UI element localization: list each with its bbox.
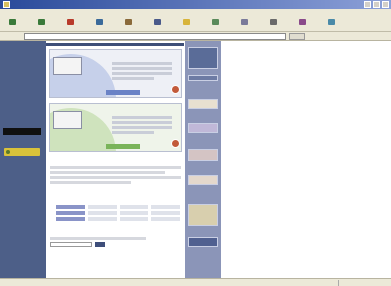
history-icon <box>211 19 219 25</box>
text-line <box>50 171 166 174</box>
mail-icon <box>240 19 248 25</box>
promo-banner-1[interactable] <box>49 49 182 98</box>
favorites-icon <box>182 19 190 25</box>
search-form <box>50 242 180 247</box>
search-button[interactable] <box>95 242 105 247</box>
favorites-button[interactable] <box>179 19 193 30</box>
product-box-title <box>54 58 81 60</box>
mail-button[interactable] <box>237 19 251 30</box>
history-button[interactable] <box>208 19 222 30</box>
back-button[interactable] <box>5 19 19 30</box>
top-tab-strip <box>46 43 184 46</box>
menu-bar <box>0 9 391 17</box>
forward-icon <box>37 19 45 25</box>
discuss-button[interactable] <box>324 19 338 30</box>
right-sidebar <box>185 41 221 278</box>
sidebar-ad[interactable] <box>188 149 218 161</box>
discuss-icon <box>327 19 335 25</box>
search-icon <box>153 19 161 25</box>
go-button[interactable] <box>289 33 305 40</box>
main-content <box>46 41 184 278</box>
refresh-icon <box>95 19 103 25</box>
forward-button[interactable] <box>34 19 48 30</box>
text-line <box>50 166 181 169</box>
promo-banner-2[interactable] <box>49 103 182 152</box>
articles-section <box>50 163 181 188</box>
toolbar <box>0 17 391 32</box>
address-bar <box>0 32 391 41</box>
banner-text-lines <box>112 116 172 136</box>
banner-seal-icon <box>171 85 180 94</box>
edit-icon <box>298 19 306 25</box>
sidebar-ad[interactable] <box>188 237 218 247</box>
product-box-image <box>53 111 82 129</box>
status-bar <box>0 278 391 286</box>
print-icon <box>269 19 277 25</box>
sidebar-ad[interactable] <box>188 99 218 109</box>
stop-button[interactable] <box>63 19 77 30</box>
page-viewport <box>0 41 391 278</box>
banner-button[interactable] <box>106 90 140 95</box>
text-line <box>50 176 181 179</box>
table-row <box>56 217 180 221</box>
left-navigation <box>0 41 46 278</box>
search-button[interactable] <box>150 19 164 30</box>
nav-badge[interactable] <box>4 148 40 156</box>
minimize-button[interactable] <box>364 1 371 8</box>
text-line <box>50 237 147 240</box>
print-button[interactable] <box>266 19 280 30</box>
banner-seal-icon <box>171 139 180 148</box>
maximize-button[interactable] <box>373 1 380 8</box>
table-row <box>56 205 180 209</box>
close-button[interactable] <box>382 1 389 8</box>
browser-icon[interactable] <box>3 1 10 8</box>
address-input[interactable] <box>24 33 286 40</box>
nav-black-box[interactable] <box>3 128 41 135</box>
links-table <box>56 205 180 223</box>
sidebar-ad[interactable] <box>188 175 218 185</box>
table-row <box>56 211 180 215</box>
search-input[interactable] <box>50 242 92 247</box>
window-title-bar <box>0 0 391 9</box>
search-section <box>50 234 180 247</box>
security-zone <box>338 280 386 286</box>
stop-icon <box>66 19 74 25</box>
product-box-image <box>53 57 82 75</box>
refresh-button[interactable] <box>92 19 106 30</box>
edit-button[interactable] <box>295 19 309 30</box>
text-line <box>50 181 132 184</box>
sidebar-ad[interactable] <box>188 75 218 81</box>
home-icon <box>124 19 132 25</box>
product-box-title <box>54 112 81 114</box>
sidebar-ad[interactable] <box>188 47 218 69</box>
banner-button[interactable] <box>106 144 140 149</box>
sidebar-ad[interactable] <box>188 123 218 133</box>
home-button[interactable] <box>121 19 135 30</box>
sidebar-ad[interactable] <box>188 204 218 226</box>
back-icon <box>8 19 16 25</box>
banner-text-lines <box>112 62 172 82</box>
